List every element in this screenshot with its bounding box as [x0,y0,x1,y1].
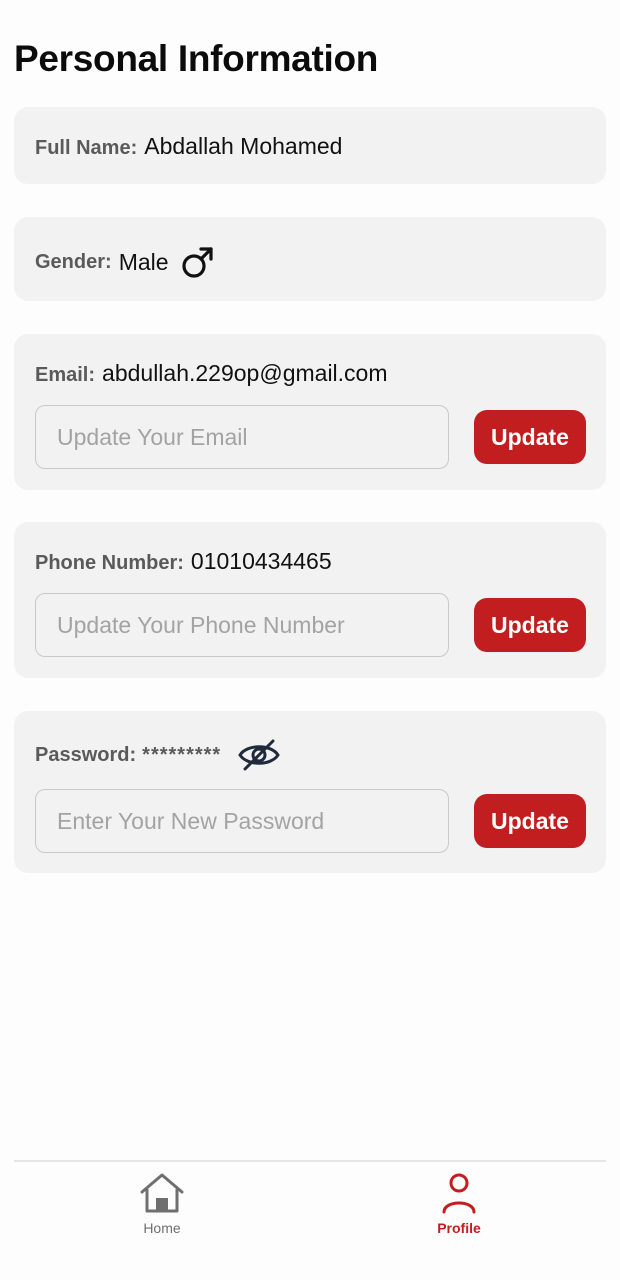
full-name-value: Abdallah Mohamed [144,133,343,159]
phone-value: 01010434465 [190,548,332,574]
password-label: Password: [35,743,137,766]
nav-item-home[interactable]: Home [102,1172,222,1236]
personal-information-screen: Personal Information Full Name: Abdallah… [0,0,620,1280]
gender-value: Male [118,248,169,275]
email-card: Email: abdullah.229op@gmail.com Update [14,334,606,490]
email-label: Email: [35,364,96,386]
gender-label: Gender: [35,250,112,273]
home-icon [139,1172,185,1214]
male-symbol-icon [181,245,215,279]
phone-input[interactable] [35,593,449,657]
email-input[interactable] [35,405,449,469]
update-phone-button[interactable]: Update [474,598,586,652]
email-row: Email: abdullah.229op@gmail.com [35,360,388,387]
email-value: abdullah.229op@gmail.com [102,360,388,386]
phone-row: Phone Number: 01010434465 [35,548,332,575]
password-row: Password: ********* [35,737,281,773]
user-icon [439,1172,479,1214]
full-name-row: Full Name: Abdallah Mohamed [35,133,342,160]
gender-card: Gender: Male [14,217,606,301]
page-title: Personal Information [14,38,379,79]
password-card: Password: ********* Update [14,711,606,873]
update-password-button[interactable]: Update [474,794,586,848]
nav-label-profile: Profile [437,1220,481,1236]
password-value: ********* [142,743,222,766]
eye-off-icon[interactable] [237,737,281,773]
phone-card: Phone Number: 01010434465 Update [14,522,606,678]
nav-item-profile[interactable]: Profile [399,1172,519,1236]
full-name-card: Full Name: Abdallah Mohamed [14,107,606,184]
new-password-input[interactable] [35,789,449,853]
update-email-button[interactable]: Update [474,410,586,464]
nav-label-home: Home [143,1220,181,1236]
full-name-label: Full Name: [35,137,138,159]
bottom-nav-divider [14,1160,606,1162]
phone-label: Phone Number: [35,552,184,574]
gender-row: Gender: Male [35,245,215,279]
